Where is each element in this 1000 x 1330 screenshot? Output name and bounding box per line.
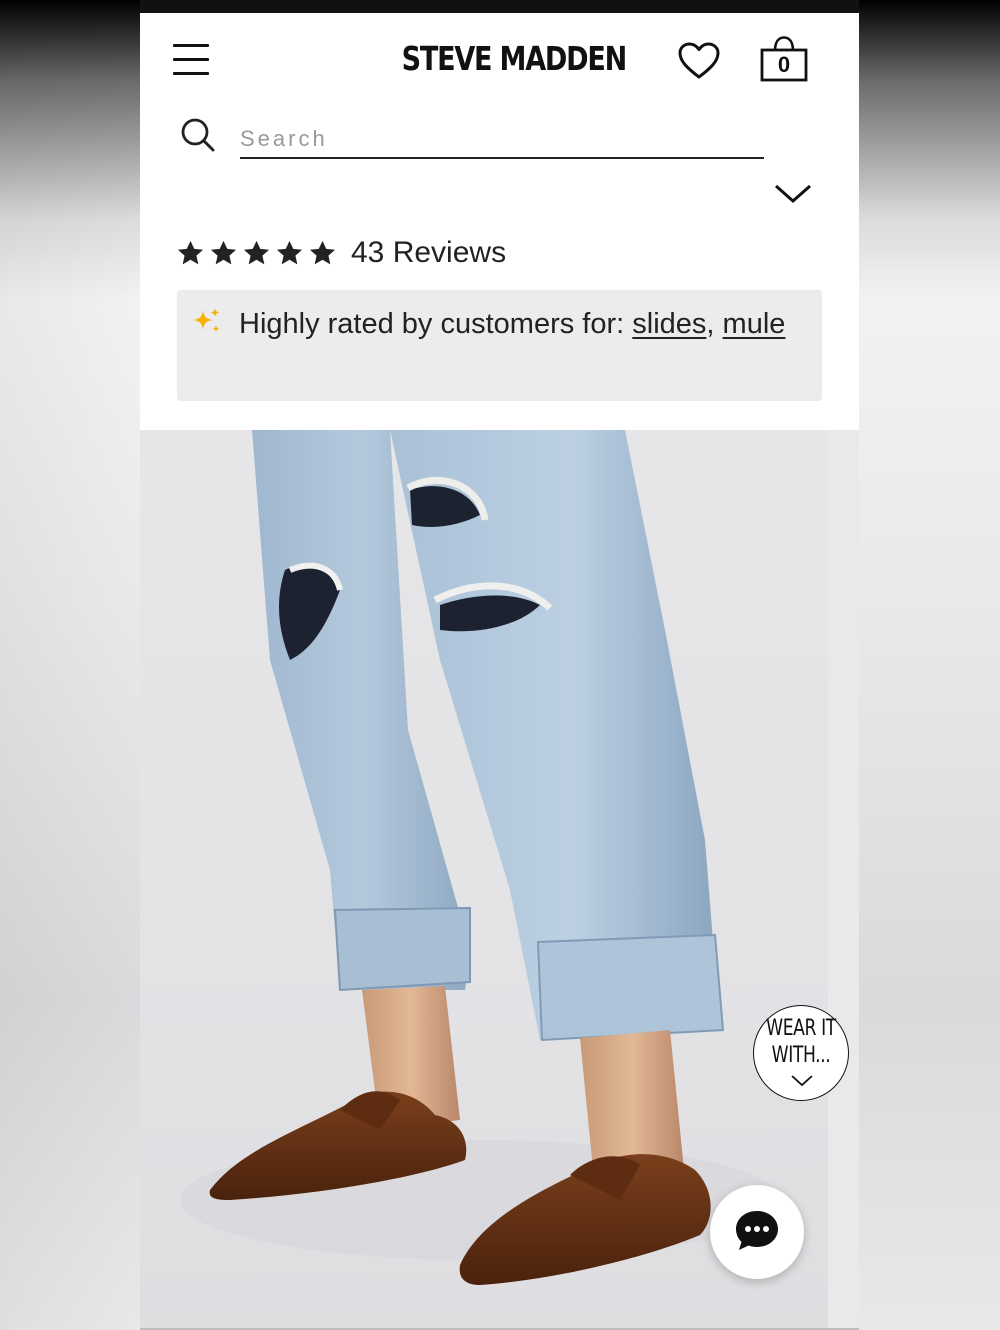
reviews-link[interactable]: 43 Reviews bbox=[351, 236, 506, 270]
carousel-edge bbox=[828, 430, 859, 1330]
rating-summary: 43 Reviews bbox=[176, 233, 506, 273]
highlights-text: Highly rated by customers for: slides, m… bbox=[239, 308, 786, 340]
star-icon bbox=[243, 240, 270, 264]
brand-logo[interactable]: STEVE MADDEN bbox=[402, 39, 628, 78]
status-bar bbox=[140, 0, 859, 13]
heart-icon[interactable] bbox=[677, 41, 721, 81]
background-shade bbox=[0, 0, 140, 1330]
star-icon bbox=[177, 240, 204, 264]
wear-it-label: WEAR IT bbox=[766, 1016, 836, 1041]
highlight-tag-slides[interactable]: slides bbox=[632, 308, 706, 340]
star-rating[interactable] bbox=[176, 239, 337, 268]
search-input[interactable] bbox=[240, 121, 764, 159]
star-icon bbox=[309, 240, 336, 264]
wear-it-with-button[interactable]: WEAR IT WITH... bbox=[753, 1005, 849, 1101]
product-photo-illustration bbox=[180, 430, 780, 1285]
search-icon[interactable] bbox=[180, 117, 216, 153]
chevron-down-icon bbox=[791, 1075, 813, 1087]
product-image[interactable] bbox=[140, 430, 828, 1330]
chevron-down-icon[interactable] bbox=[773, 181, 813, 207]
chat-button[interactable] bbox=[710, 1185, 804, 1279]
shopping-bag-icon[interactable]: 0 bbox=[759, 35, 809, 83]
hamburger-menu-icon[interactable] bbox=[173, 43, 209, 79]
cart-count: 0 bbox=[777, 52, 791, 77]
highlights-prefix: Highly rated by customers for: bbox=[239, 308, 625, 340]
customer-highlights: Highly rated by customers for: slides, m… bbox=[177, 290, 822, 401]
highlight-tag-mule[interactable]: mule bbox=[723, 308, 786, 340]
sparkle-icon bbox=[193, 308, 220, 333]
star-icon bbox=[210, 240, 237, 264]
product-page: STEVE MADDEN 0 43 Reviews bbox=[140, 13, 859, 1330]
star-icon bbox=[276, 240, 303, 264]
chat-bubble-icon bbox=[736, 1211, 778, 1250]
wear-with-label: WITH... bbox=[771, 1043, 831, 1068]
